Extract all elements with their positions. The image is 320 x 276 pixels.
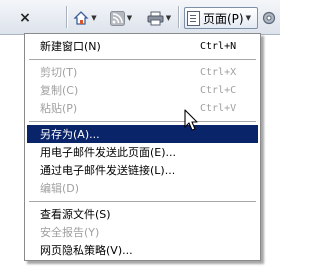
home-icon: [73, 11, 89, 25]
menu-item-new-window[interactable]: 新建窗口(N) Ctrl+N: [27, 37, 258, 55]
page-dropdown-menu: 新建窗口(N) Ctrl+N 剪切(T) Ctrl+X 复制(C) Ctrl+C…: [24, 33, 261, 261]
shortcut-label: Ctrl+V: [200, 102, 237, 114]
menu-item-paste[interactable]: 粘贴(P) Ctrl+V: [27, 99, 258, 117]
menu-item-security-report[interactable]: 安全报告(Y): [27, 223, 258, 241]
menu-separator: [29, 59, 256, 61]
chevron-down-icon: ▼: [91, 14, 97, 22]
menu-item-cut[interactable]: 剪切(T) Ctrl+X: [27, 63, 258, 81]
feeds-button[interactable]: ▼: [108, 7, 134, 29]
menu-item-email-link[interactable]: 通过电子邮件发送链接(L)...: [27, 161, 258, 179]
chevron-down-icon: ▼: [165, 14, 172, 22]
menu-item-save-as[interactable]: 另存为(A)...: [27, 125, 258, 143]
rss-feed-icon: [109, 10, 125, 26]
chevron-down-icon: ▼: [245, 14, 251, 22]
page-menu-label: 页面(P): [203, 11, 244, 26]
page-menu-button[interactable]: 页面(P) ▼: [184, 7, 258, 29]
menu-item-privacy-policy[interactable]: 网页隐私策略(V)...: [27, 241, 258, 259]
toolbar-divider: [66, 6, 68, 28]
shortcut-label: Ctrl+C: [200, 84, 237, 96]
menu-item-email-page[interactable]: 用电子邮件发送此页面(E)...: [27, 143, 258, 161]
menu-separator: [29, 201, 256, 203]
shortcut-label: Ctrl+N: [200, 40, 237, 52]
home-button[interactable]: ▼: [72, 7, 98, 29]
gear-icon: [262, 11, 276, 25]
browser-toolbar: × ▼ ▼ ▼ 页面(P) ▼: [0, 0, 280, 35]
page-icon: [187, 10, 200, 26]
print-button[interactable]: ▼: [145, 7, 173, 29]
toolbar-divider: [178, 6, 180, 28]
printer-icon: [147, 11, 164, 25]
mouse-cursor-icon: [184, 109, 198, 131]
tools-button[interactable]: [258, 7, 280, 29]
shortcut-label: Ctrl+X: [200, 66, 237, 78]
menu-separator: [29, 121, 256, 123]
close-tab-button[interactable]: ×: [17, 7, 33, 29]
menu-item-edit[interactable]: 编辑(D): [27, 179, 258, 197]
menu-item-copy[interactable]: 复制(C) Ctrl+C: [27, 81, 258, 99]
chevron-down-icon: ▼: [126, 14, 133, 22]
close-icon: ×: [19, 10, 31, 26]
menu-item-view-source[interactable]: 查看源文件(S): [27, 205, 258, 223]
